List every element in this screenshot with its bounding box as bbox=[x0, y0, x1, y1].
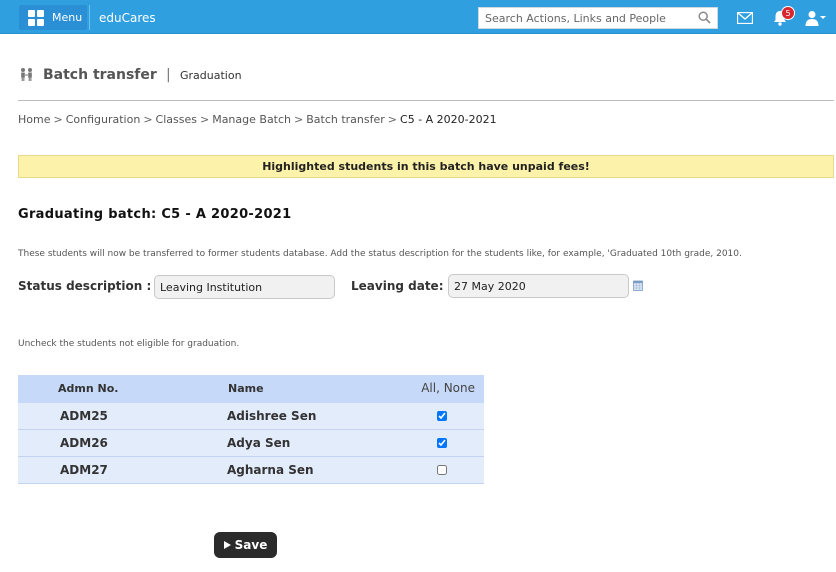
admn-cell: ADM26 bbox=[60, 436, 108, 450]
grid-icon bbox=[28, 10, 44, 26]
leaving-date-label: Leaving date: bbox=[351, 279, 444, 293]
breadcrumb-home[interactable]: Home bbox=[18, 113, 50, 126]
breadcrumb-separator: > bbox=[53, 113, 63, 126]
admn-cell: ADM27 bbox=[60, 463, 108, 477]
breadcrumb-separator: > bbox=[294, 113, 304, 126]
breadcrumb-configuration[interactable]: Configuration bbox=[66, 113, 141, 126]
table-row: ADM25 Adishree Sen bbox=[18, 403, 484, 430]
name-cell: Adishree Sen bbox=[227, 409, 317, 423]
graduating-batch-title: Graduating batch: C5 - A 2020-2021 bbox=[18, 207, 292, 222]
student-checkbox[interactable] bbox=[437, 411, 447, 421]
chevron-down-icon[interactable] bbox=[820, 16, 826, 19]
column-header-name: Name bbox=[228, 382, 264, 395]
breadcrumb-separator: > bbox=[143, 113, 153, 126]
unpaid-fees-alert: Highlighted students in this batch have … bbox=[18, 155, 834, 178]
breadcrumb-manage-batch[interactable]: Manage Batch bbox=[212, 113, 291, 126]
menu-label: Menu bbox=[52, 11, 83, 24]
leaving-date-input[interactable] bbox=[448, 274, 629, 298]
breadcrumb-batch-transfer[interactable]: Batch transfer bbox=[306, 113, 385, 126]
student-checkbox[interactable] bbox=[437, 465, 447, 475]
admn-cell: ADM25 bbox=[60, 409, 108, 423]
notification-badge: 5 bbox=[781, 6, 795, 20]
table-row: ADM27 Agharna Sen bbox=[18, 457, 484, 484]
status-description-input[interactable] bbox=[154, 275, 335, 299]
batch-transfer-icon bbox=[21, 68, 32, 81]
header-divider bbox=[18, 100, 834, 101]
select-all-none-link[interactable]: All, None bbox=[421, 381, 475, 395]
page-title: Batch transfer bbox=[43, 67, 157, 83]
name-cell: Agharna Sen bbox=[227, 463, 314, 477]
breadcrumb: Home > Configuration > Classes > Manage Batch >… bbox=[18, 113, 497, 126]
uncheck-note: Uncheck the students not eligible for gr… bbox=[18, 339, 240, 349]
name-cell: Adya Sen bbox=[227, 436, 291, 450]
students-table: Admn No. Name All, None ADM25 Adishree S… bbox=[18, 375, 484, 484]
column-header-admn: Admn No. bbox=[58, 382, 119, 395]
breadcrumb-separator: > bbox=[199, 113, 210, 126]
save-label: Save bbox=[234, 538, 268, 552]
table-row: ADM26 Adya Sen bbox=[18, 430, 484, 457]
title-separator: | bbox=[166, 67, 171, 83]
transfer-info-text: These students will now be transferred t… bbox=[18, 249, 742, 259]
search-input[interactable] bbox=[479, 8, 694, 28]
save-button[interactable]: Save bbox=[214, 532, 277, 558]
student-checkbox[interactable] bbox=[437, 438, 447, 448]
search-icon[interactable] bbox=[698, 11, 711, 24]
status-description-label: Status description : bbox=[18, 279, 152, 293]
page-subtitle: Graduation bbox=[180, 69, 242, 82]
calendar-icon[interactable] bbox=[633, 280, 643, 291]
user-icon[interactable] bbox=[805, 10, 821, 26]
play-icon bbox=[223, 541, 231, 549]
top-navbar: Menu eduCares 5 bbox=[0, 0, 836, 34]
table-header: Admn No. Name All, None bbox=[18, 375, 484, 403]
mail-icon[interactable] bbox=[737, 12, 753, 24]
menu-button[interactable]: Menu bbox=[19, 5, 87, 30]
search-box bbox=[478, 7, 718, 29]
brand-link[interactable]: eduCares bbox=[89, 5, 156, 30]
breadcrumb-classes[interactable]: Classes bbox=[156, 113, 197, 126]
breadcrumb-separator: > bbox=[387, 113, 398, 126]
breadcrumb-current: C5 - A 2020-2021 bbox=[400, 113, 497, 126]
